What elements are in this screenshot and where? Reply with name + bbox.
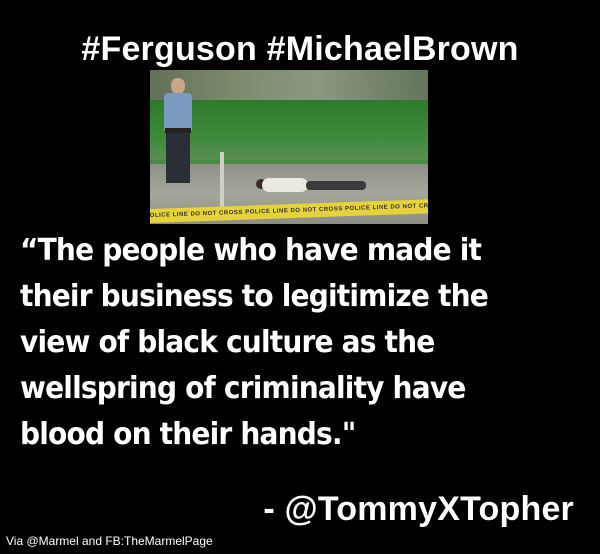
photo-pole <box>220 152 224 212</box>
tape-text: POLICE LINE DO NOT CROSS <box>245 206 343 216</box>
quote-line: wellspring of criminality have <box>20 371 466 406</box>
hashtag-title: #Ferguson #MichaelBrown <box>81 30 519 68</box>
quote-text: “The people who have made it their busin… <box>20 228 535 458</box>
source-credit: Via @Marmel and FB:TheMarmelPage <box>6 534 213 548</box>
quote-line: their business to legitimize the <box>20 279 489 314</box>
photo-body-figure <box>256 176 370 194</box>
quote-attribution: - @TommyXTopher <box>263 490 574 528</box>
photo-officer-figure <box>158 78 198 184</box>
quote-line: view of black culture as the <box>20 325 435 360</box>
quote-line: blood on their hands." <box>20 417 356 452</box>
news-photo: POLICE LINE DO NOT CROSS POLICE LINE DO … <box>150 70 428 224</box>
tape-text: POLICE LINE DO NOT CROSS <box>150 209 243 220</box>
tape-text: POLICE LINE DO NOT CROSS <box>345 202 428 213</box>
quote-line: “The people who have made it <box>20 233 482 268</box>
